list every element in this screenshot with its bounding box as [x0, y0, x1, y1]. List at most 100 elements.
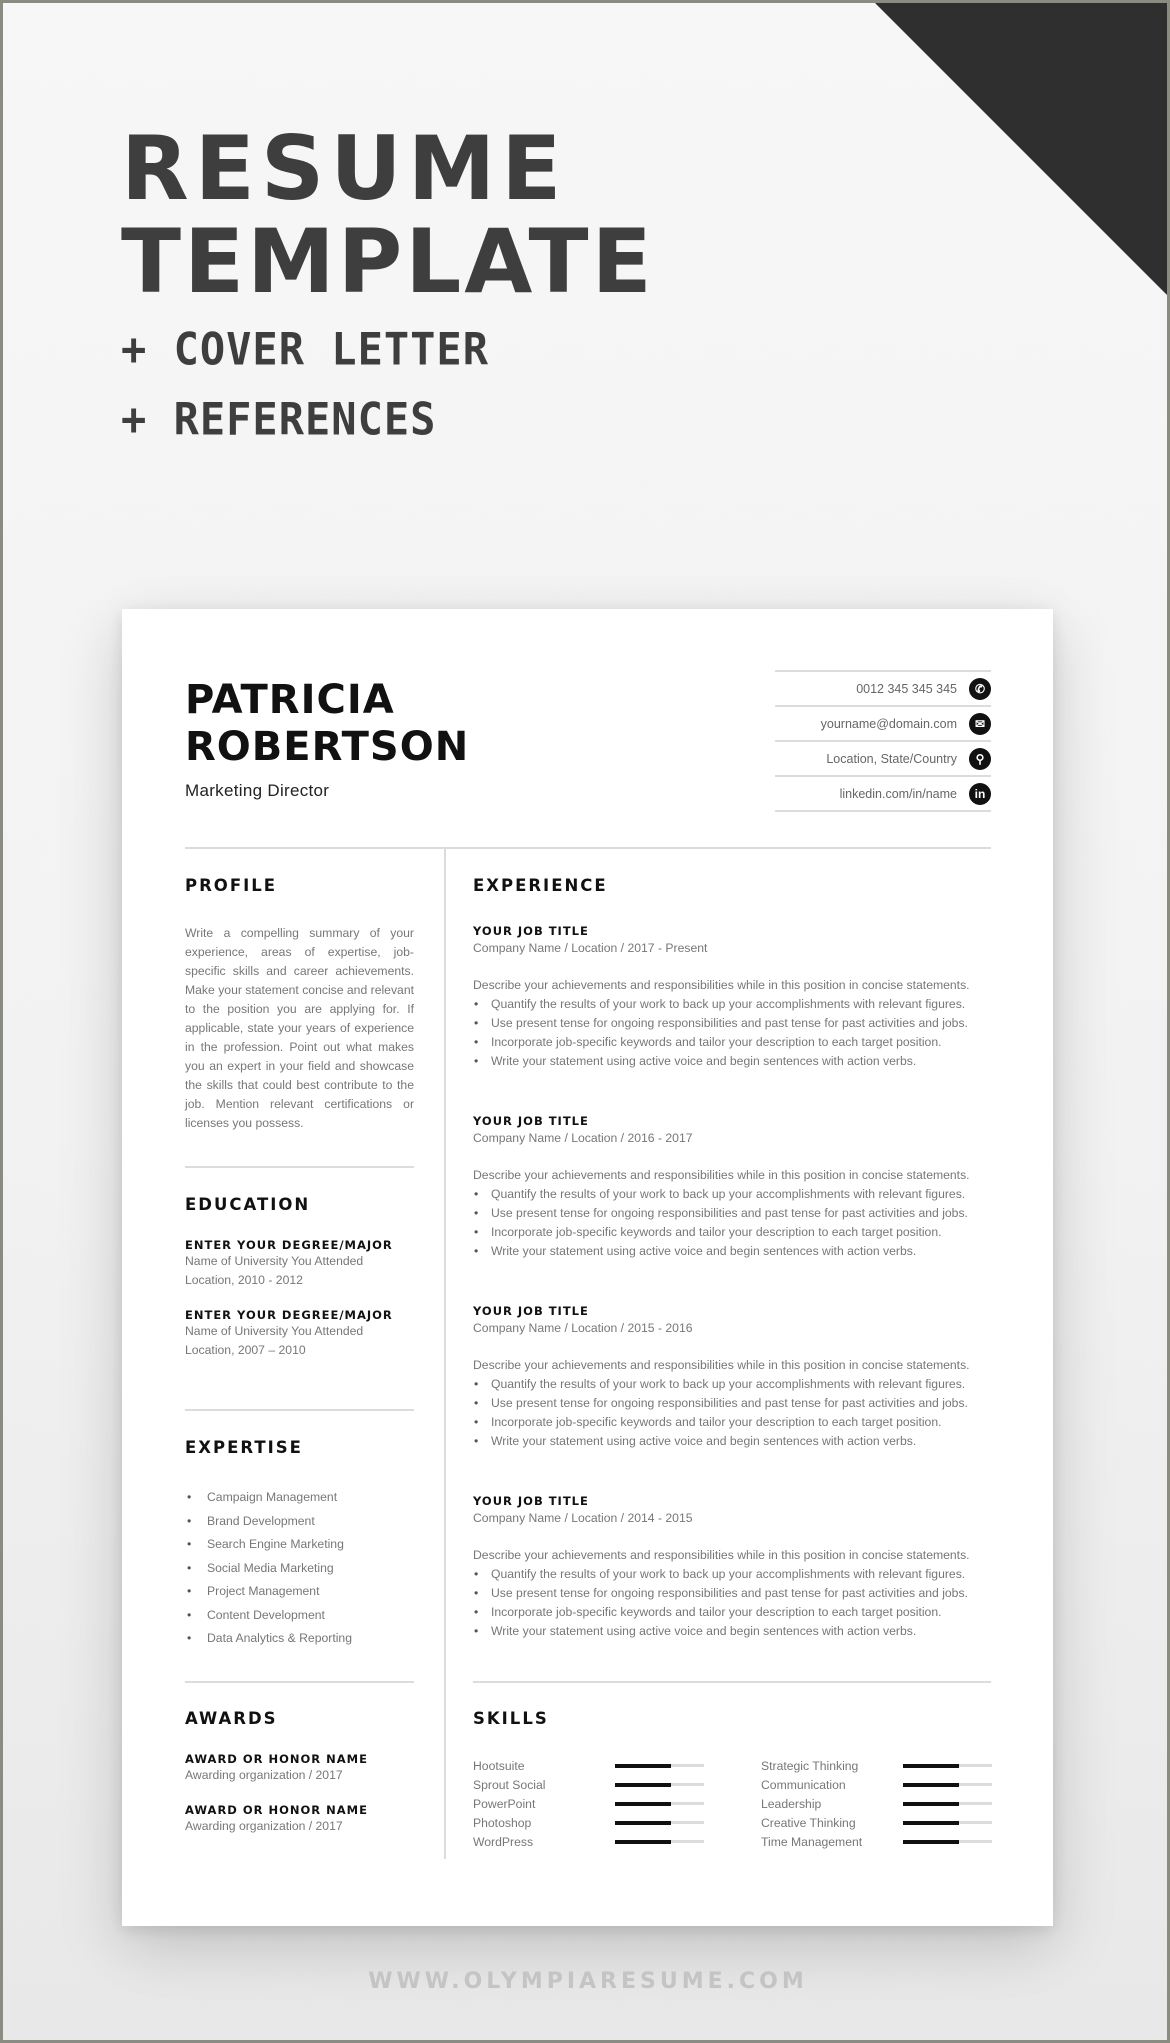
- skill-level-fill: [615, 1763, 672, 1768]
- expertise-item: Search Engine Marketing: [185, 1533, 414, 1557]
- education-details: Location, 2007 – 2010: [185, 1343, 306, 1357]
- skill-level-bar: [615, 1820, 704, 1825]
- name-last: ROBERTSON: [185, 724, 470, 770]
- job-role: Marketing Director: [185, 781, 330, 800]
- expertise-item: Brand Development: [185, 1510, 414, 1534]
- section-divider: [185, 1681, 414, 1683]
- skill-level-fill: [903, 1801, 960, 1806]
- experience-heading: EXPERIENCE: [473, 876, 608, 895]
- hero-subtitle-references: + REFERENCES: [121, 393, 437, 446]
- awards-section: AWARDS AWARD OR HONOR NAME Awarding organ…: [185, 1709, 414, 1836]
- skill-item: WordPress: [473, 1832, 704, 1851]
- award-item: AWARD OR HONOR NAME Awarding organization…: [185, 1803, 414, 1836]
- location-pin-icon: ⚲: [969, 747, 991, 770]
- skill-item: Creative Thinking: [761, 1813, 992, 1832]
- job-bullets: Quantify the results of your work to bac…: [473, 995, 991, 1071]
- skill-name: Leadership: [761, 1796, 822, 1811]
- profile-heading: PROFILE: [185, 876, 278, 895]
- job-bullet: Quantify the results of your work to bac…: [473, 1565, 991, 1584]
- hero-title-line2: TEMPLATE: [121, 210, 655, 313]
- job-meta: Company Name / Location / 2014 - 2015: [473, 1511, 693, 1525]
- section-divider: [185, 1166, 414, 1168]
- job-title: YOUR JOB TITLE: [473, 1114, 589, 1128]
- job-description: Describe your achievements and responsib…: [473, 1358, 970, 1372]
- school-name: Name of University You Attended: [185, 1324, 364, 1338]
- degree-title: ENTER YOUR DEGREE/MAJOR: [185, 1308, 393, 1322]
- education-heading: EDUCATION: [185, 1195, 311, 1214]
- skill-name: Strategic Thinking: [761, 1758, 859, 1773]
- job-description: Describe your achievements and responsib…: [473, 1168, 970, 1182]
- skill-name: Creative Thinking: [761, 1815, 856, 1830]
- contact-text: Location, State/Country: [826, 751, 957, 766]
- expertise-heading: EXPERTISE: [185, 1438, 303, 1457]
- job-bullet: Use present tense for ongoing responsibi…: [473, 1014, 991, 1033]
- skill-item: Sprout Social: [473, 1775, 704, 1794]
- skill-level-bar: [615, 1839, 704, 1844]
- skill-level-bar: [903, 1839, 992, 1844]
- profile-text: Write a compelling summary of your exper…: [185, 926, 414, 1130]
- education-details: Location, 2010 - 2012: [185, 1273, 303, 1287]
- job-bullets: Quantify the results of your work to bac…: [473, 1375, 991, 1451]
- expertise-item: Social Media Marketing: [185, 1557, 414, 1581]
- contact-row: Location, State/Country ⚲: [775, 740, 991, 775]
- award-item: AWARD OR HONOR NAME Awarding organization…: [185, 1752, 414, 1785]
- experience-section: EXPERIENCE YOUR JOB TITLE Company Name / …: [473, 876, 991, 1641]
- school-name: Name of University You Attended: [185, 1254, 364, 1268]
- job-title: YOUR JOB TITLE: [473, 1304, 589, 1318]
- contact-text: 0012 345 345 345: [856, 681, 957, 696]
- expertise-section: EXPERTISE Campaign ManagementBrand Devel…: [185, 1438, 414, 1651]
- email-icon: ✉: [969, 712, 991, 735]
- job-bullet: Incorporate job-specific keywords and ta…: [473, 1223, 991, 1242]
- contact-text[interactable]: linkedin.com/in/name: [840, 787, 957, 801]
- award-name: AWARD OR HONOR NAME: [185, 1752, 368, 1766]
- expertise-item: Project Management: [185, 1580, 414, 1604]
- expertise-item: Data Analytics & Reporting: [185, 1627, 414, 1651]
- skill-level-bar: [903, 1801, 992, 1806]
- job-title: YOUR JOB TITLE: [473, 924, 589, 938]
- skill-level-fill: [903, 1839, 960, 1844]
- skill-name: Photoshop: [473, 1815, 532, 1830]
- job-bullet: Incorporate job-specific keywords and ta…: [473, 1413, 991, 1432]
- name-first: PATRICIA: [185, 677, 395, 723]
- job-bullet: Write your statement using active voice …: [473, 1052, 991, 1071]
- job-meta: Company Name / Location / 2017 - Present: [473, 941, 708, 955]
- website-url: WWW.OLYMPIARESUME.COM: [368, 1969, 808, 1994]
- resume-page: PATRICIA ROBERTSON Marketing Director 00…: [122, 609, 1053, 1926]
- skill-level-fill: [903, 1763, 960, 1768]
- job-bullet: Incorporate job-specific keywords and ta…: [473, 1603, 991, 1622]
- award-org: Awarding organization / 2017: [185, 1819, 343, 1833]
- job-bullet: Write your statement using active voice …: [473, 1432, 991, 1451]
- job-bullet: Use present tense for ongoing responsibi…: [473, 1204, 991, 1223]
- skill-level-fill: [615, 1782, 672, 1787]
- job-bullet: Write your statement using active voice …: [473, 1242, 991, 1261]
- column-divider: [444, 847, 446, 1859]
- job-bullets: Quantify the results of your work to bac…: [473, 1185, 991, 1261]
- resume-name: PATRICIA ROBERTSON: [185, 677, 469, 771]
- job-bullet: Quantify the results of your work to bac…: [473, 1375, 991, 1394]
- skill-level-bar: [903, 1763, 992, 1768]
- section-divider: [473, 1681, 991, 1683]
- skill-level-bar: [903, 1782, 992, 1787]
- skills-section: SKILLS Hootsuite Strategic Thinking Sprout…: [473, 1709, 992, 1851]
- skill-level-bar: [903, 1820, 992, 1825]
- hero-title-line1: RESUME: [121, 117, 568, 220]
- skill-item: PowerPoint: [473, 1794, 704, 1813]
- awards-heading: AWARDS: [185, 1709, 278, 1728]
- skill-name: Sprout Social: [473, 1777, 546, 1792]
- skill-name: Communication: [761, 1777, 846, 1792]
- education-section: EDUCATION ENTER YOUR DEGREE/MAJOR Name of…: [185, 1195, 414, 1360]
- skill-level-fill: [903, 1820, 960, 1825]
- contact-row: 0012 345 345 345 ✆: [775, 670, 991, 705]
- skill-item: Hootsuite: [473, 1756, 704, 1775]
- skill-item: Photoshop: [473, 1813, 704, 1832]
- contact-row: linkedin.com/in/name in: [775, 775, 991, 812]
- degree-title: ENTER YOUR DEGREE/MAJOR: [185, 1238, 393, 1252]
- job-meta: Company Name / Location / 2015 - 2016: [473, 1321, 693, 1335]
- hero-subtitle-cover-letter: + COVER LETTER: [121, 323, 490, 376]
- job-description: Describe your achievements and responsib…: [473, 978, 970, 992]
- skill-name: WordPress: [473, 1834, 534, 1849]
- contact-text[interactable]: yourname@domain.com: [821, 717, 957, 731]
- skill-item: Time Management: [761, 1832, 992, 1851]
- contact-row: yourname@domain.com ✉: [775, 705, 991, 740]
- corner-triangle-decoration: [875, 3, 1167, 295]
